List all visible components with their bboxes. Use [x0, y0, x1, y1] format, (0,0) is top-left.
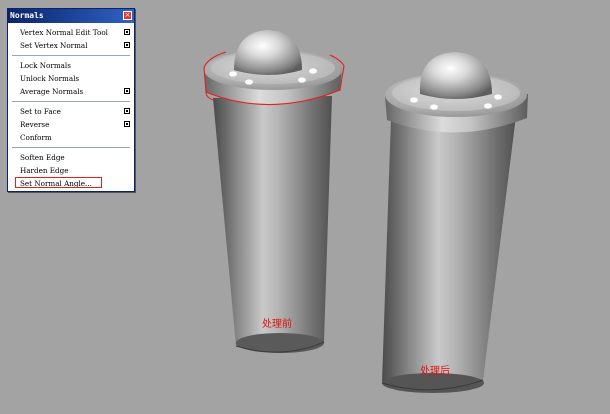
option-box-icon[interactable]	[124, 42, 130, 48]
menu-titlebar[interactable]: Normals ×	[8, 9, 134, 23]
menu-separator	[12, 147, 130, 148]
menu-item-harden-edge[interactable]: Harden Edge	[8, 164, 134, 177]
option-box-icon[interactable]	[124, 29, 130, 35]
menu-item-lock-normals[interactable]: Lock Normals	[8, 59, 134, 72]
menu-item-label: Conform	[20, 133, 52, 142]
caption-after: 处理后	[420, 366, 450, 377]
close-icon[interactable]: ×	[123, 11, 132, 20]
menu-separator	[12, 55, 130, 56]
highlight-box	[15, 177, 102, 188]
menu-item-soften-edge[interactable]: Soften Edge	[8, 151, 134, 164]
menu-item-average-normals[interactable]: Average Normals	[8, 85, 134, 98]
menu-item-label: Vertex Normal Edit Tool	[20, 28, 108, 37]
menu-item-label: Lock Normals	[20, 61, 71, 70]
menu-item-set-vertex-normal[interactable]: Set Vertex Normal	[8, 39, 134, 52]
option-box-icon[interactable]	[124, 88, 130, 94]
menu-item-label: Set Vertex Normal	[20, 41, 88, 50]
menu-item-label: Harden Edge	[20, 166, 69, 175]
menu-item-label: Average Normals	[20, 87, 84, 96]
menu-item-set-normal-angle[interactable]: Set Normal Angle...	[8, 177, 134, 190]
menu-item-set-to-face[interactable]: Set to Face	[8, 105, 134, 118]
option-box-icon[interactable]	[124, 121, 130, 127]
menu-separator	[12, 101, 130, 102]
menu-item-vertex-normal-edit-tool[interactable]: Vertex Normal Edit Tool	[8, 26, 134, 39]
caption-before: 处理前	[262, 319, 292, 330]
menu-item-label: Reverse	[20, 120, 50, 129]
menu-item-reverse[interactable]: Reverse	[8, 118, 134, 131]
normals-menu-window[interactable]: Normals × Vertex Normal Edit Tool Set Ve…	[7, 8, 135, 192]
object-after[interactable]	[381, 52, 528, 393]
menu-item-label: Soften Edge	[20, 153, 65, 162]
window-title: Normals	[10, 11, 44, 20]
menu-item-unlock-normals[interactable]: Unlock Normals	[8, 72, 134, 85]
option-box-icon[interactable]	[124, 108, 130, 114]
menu-item-label: Unlock Normals	[20, 74, 80, 83]
menu-item-label: Set to Face	[20, 107, 61, 116]
menu-body: Vertex Normal Edit Tool Set Vertex Norma…	[8, 23, 134, 190]
object-before[interactable]	[203, 30, 345, 354]
menu-item-conform[interactable]: Conform	[8, 131, 134, 144]
